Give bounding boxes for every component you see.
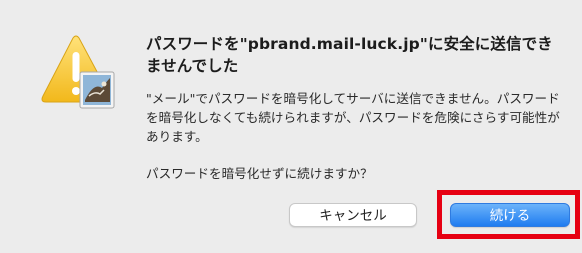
warning-triangle-icon bbox=[41, 35, 115, 109]
cancel-button[interactable]: キャンセル bbox=[289, 203, 417, 227]
warning-icon bbox=[40, 34, 116, 110]
dialog-title: パスワードを"pbrand.mail-luck.jp"に安全に送信できませんでし… bbox=[146, 35, 553, 75]
continue-button[interactable]: 続ける bbox=[450, 203, 570, 227]
alert-dialog: パスワードを"pbrand.mail-luck.jp"に安全に送信できませんでし… bbox=[0, 0, 582, 253]
dialog-question: パスワードを暗号化せずに続けますか？ bbox=[146, 166, 373, 181]
dialog-message: "メール"でパスワードを暗号化してサーバに送信できません。パスワードを暗号化しな… bbox=[146, 91, 560, 144]
